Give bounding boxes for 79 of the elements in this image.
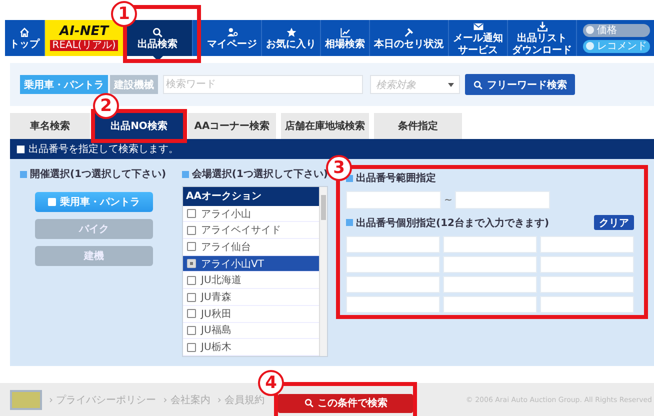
venue-item[interactable]: JU栃木: [183, 339, 319, 356]
nav-label: 本日のセリ状況: [374, 38, 444, 50]
star-icon: [286, 26, 296, 38]
number-field[interactable]: [540, 276, 634, 293]
venue-item[interactable]: JU青森: [183, 289, 319, 306]
checkbox-icon: [48, 198, 56, 206]
checkbox[interactable]: [187, 342, 196, 352]
venue-item[interactable]: JU北海道: [183, 272, 319, 290]
tab[interactable]: 条件指定: [374, 113, 462, 139]
nav-label: マイページ: [207, 38, 257, 50]
tab[interactable]: 車名検索: [10, 113, 90, 139]
search-field[interactable]: 検索ワード: [163, 75, 363, 94]
number-field[interactable]: [346, 276, 440, 293]
list-header: AAオークション: [183, 187, 319, 206]
chart-icon: [340, 26, 350, 38]
number-field[interactable]: [346, 256, 440, 273]
section-heading: 会場選択(1つ選択して下さい): [182, 167, 328, 181]
checkbox[interactable]: [187, 326, 196, 335]
number-field[interactable]: [346, 296, 440, 313]
checkbox[interactable]: [187, 226, 196, 235]
nav-item[interactable]: マイページ: [203, 20, 262, 56]
tab[interactable]: 店舗在庫地域検索: [281, 113, 369, 139]
info-bar: ■ 出品番号を指定して検索します。: [10, 139, 654, 159]
nav-label: 相場検索: [325, 38, 365, 50]
home-icon: [19, 26, 30, 38]
download-icon: [536, 20, 548, 32]
step-number: 4: [258, 370, 284, 396]
nav-label: メール通知: [453, 32, 503, 44]
venue-item[interactable]: アライベイサイド: [183, 222, 319, 240]
company-logo: [10, 390, 42, 410]
number-field[interactable]: [443, 296, 537, 313]
search-icon: [473, 80, 483, 90]
search-icon: [304, 398, 314, 408]
nav-item[interactable]: 出品リスト ダウンロード: [508, 20, 577, 56]
checkbox[interactable]: [187, 242, 196, 252]
step-number: 1: [111, 1, 137, 27]
checkbox[interactable]: [187, 292, 196, 302]
clear-button[interactable]: クリア: [594, 215, 634, 230]
checkbox[interactable]: [187, 209, 196, 218]
nav-item[interactable]: 相場検索: [321, 20, 370, 56]
hammer-icon: [404, 26, 414, 38]
number-field[interactable]: [540, 256, 634, 273]
section-heading: 開催選択(1つ選択して下さい): [20, 167, 170, 181]
checkbox[interactable]: [187, 309, 196, 318]
range-start-field[interactable]: [346, 191, 441, 209]
search-icon: [152, 26, 163, 38]
venue-item[interactable]: JU秋田: [183, 306, 319, 323]
nav-label: トップ: [10, 38, 40, 50]
logo-badge: REAL(リアル): [50, 40, 118, 51]
logo[interactable]: AI-NET REAL(リアル): [45, 20, 123, 56]
number-field[interactable]: [443, 276, 537, 293]
number-field[interactable]: [443, 236, 537, 253]
user-gear-icon: [226, 26, 238, 38]
number-field[interactable]: [346, 236, 440, 253]
number-field[interactable]: [443, 256, 537, 273]
number-field[interactable]: [540, 236, 634, 253]
tab[interactable]: 出品NO検索: [95, 113, 183, 139]
section-heading: 出品番号個別指定(12台まで入力できます): [346, 216, 550, 230]
venue-item[interactable]: JU福島: [183, 322, 319, 340]
tab[interactable]: AAコーナー検索: [188, 113, 276, 139]
nav-label: ダウンロード: [512, 44, 572, 56]
logo-text: AI-NET: [60, 25, 108, 38]
nav-item[interactable]: お気に入り: [262, 20, 321, 56]
scrollbar[interactable]: [319, 187, 327, 356]
nav-label: お気に入り: [266, 38, 316, 50]
venue-item[interactable]: アライ小山VT: [183, 256, 319, 272]
free-word-search-button[interactable]: フリーワード検索: [465, 74, 575, 95]
number-field[interactable]: [540, 296, 634, 313]
nav-item[interactable]: 本日のセリ状況: [370, 20, 449, 56]
nav-item[interactable]: メール通知 サービス: [449, 20, 508, 56]
range-end-field[interactable]: [455, 191, 550, 209]
range-separator: ~: [444, 194, 452, 206]
nav-label: 出品検索: [138, 38, 178, 50]
nav-label: 出品リスト: [517, 32, 567, 44]
checkbox[interactable]: [187, 276, 196, 285]
search-button[interactable]: この条件で検索: [278, 394, 413, 412]
venue-item[interactable]: アライ小山: [183, 206, 319, 222]
nav-label: サービス: [458, 44, 498, 56]
checkbox[interactable]: [187, 259, 196, 268]
